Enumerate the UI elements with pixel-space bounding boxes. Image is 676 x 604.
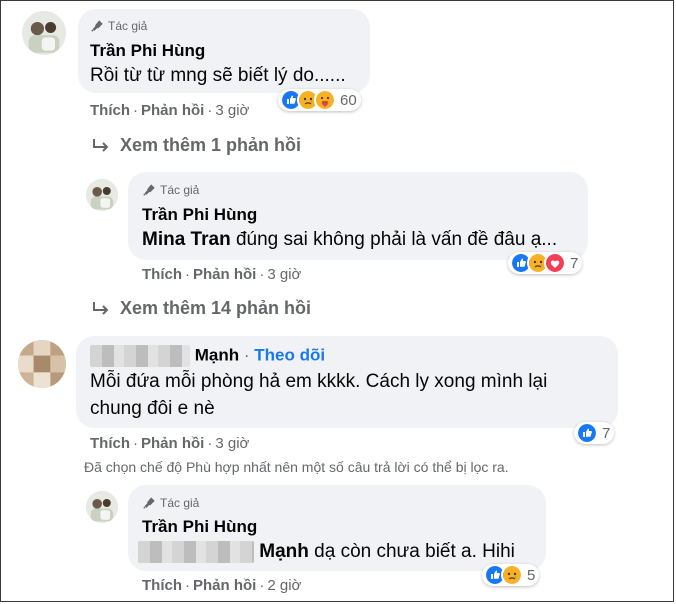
comment-actions: Thích · Phản hồi · 3 giờ (90, 102, 249, 119)
microphone-icon (143, 184, 155, 196)
comment-timestamp[interactable]: 2 giờ (267, 577, 301, 594)
comment-author[interactable]: Trần Phi Hùng (142, 205, 257, 225)
reaction-summary[interactable]: 5 (482, 564, 540, 586)
comment-author[interactable]: Trần Phi Hùng (142, 517, 257, 537)
view-more-label: Xem thêm 1 phản hồi (120, 135, 302, 155)
separator: · (243, 345, 250, 365)
reply-arrow-icon (93, 301, 109, 315)
care-icon (314, 89, 336, 111)
separator: · (185, 266, 190, 283)
reaction-count: 5 (527, 566, 536, 584)
author-badge-label: Tác giả (160, 183, 200, 197)
comment-actions: Thích · Phản hồi · 2 giờ (142, 577, 301, 594)
love-icon (544, 252, 566, 274)
separator: · (185, 577, 190, 594)
reaction-summary[interactable]: 7 (574, 422, 615, 444)
comment-actions: Thích · Phản hồi · 3 giờ (90, 435, 249, 452)
reply-arrow-icon (93, 138, 109, 152)
reaction-count: 60 (340, 91, 357, 109)
mention-link[interactable]: Mạnh (259, 541, 309, 562)
reply-button[interactable]: Phản hồi (141, 102, 204, 119)
like-button[interactable]: Thích (90, 435, 130, 452)
separator: · (133, 102, 138, 119)
comment-text: Mạnh dạ còn chưa biết a. Hihi (138, 541, 515, 563)
separator: · (207, 102, 213, 119)
avatar[interactable] (86, 179, 118, 211)
author-badge: Tác giả (142, 496, 199, 510)
comment-header: Mạnh · Theo dõi (90, 345, 325, 367)
view-more-replies[interactable]: Xem thêm 14 phản hồi (92, 298, 311, 319)
comment-text: chung đôi e nè (90, 398, 215, 419)
like-icon (576, 422, 598, 444)
separator: · (133, 435, 138, 452)
avatar[interactable] (18, 340, 66, 388)
comment-text: Rồi từ từ mng sẽ biết lý do...... (90, 65, 346, 86)
like-button[interactable]: Thích (142, 266, 182, 283)
reply-button[interactable]: Phản hồi (193, 577, 256, 594)
reaction-count: 7 (570, 254, 579, 272)
sad-icon (501, 564, 523, 586)
comment-actions: Thích · Phản hồi · 3 giờ (142, 266, 301, 283)
reply-button[interactable]: Phản hồi (193, 266, 256, 283)
reaction-summary[interactable]: 60 (278, 89, 361, 111)
comment-timestamp[interactable]: 3 giờ (215, 435, 249, 452)
mention-link[interactable]: Mina Tran (142, 229, 231, 250)
author-badge: Tác giả (142, 183, 199, 197)
blurred-name (90, 345, 190, 367)
like-button[interactable]: Thích (142, 577, 182, 594)
microphone-icon (91, 20, 103, 32)
comment-author[interactable]: Mạnh (195, 345, 239, 364)
author-badge-label: Tác giả (108, 19, 148, 33)
view-more-label: Xem thêm 14 phản hồi (120, 298, 312, 318)
comment-text-body: dạ còn chưa biết a. Hihi (308, 541, 515, 563)
separator: · (259, 577, 265, 594)
author-badge-label: Tác giả (160, 496, 200, 510)
reaction-count: 7 (602, 424, 611, 442)
reply-button[interactable]: Phản hồi (141, 435, 204, 452)
comment-author[interactable]: Trần Phi Hùng (90, 41, 205, 61)
like-button[interactable]: Thích (90, 102, 130, 119)
avatar[interactable] (22, 11, 66, 55)
reaction-summary[interactable]: 7 (508, 252, 583, 274)
comment-timestamp[interactable]: 3 giờ (267, 266, 301, 283)
view-more-replies[interactable]: Xem thêm 1 phản hồi (92, 135, 301, 156)
comment-timestamp[interactable]: 3 giờ (215, 102, 249, 119)
follow-button[interactable]: Theo dõi (254, 345, 325, 364)
separator: · (259, 266, 265, 283)
blurred-name (138, 541, 254, 563)
avatar[interactable] (86, 491, 118, 523)
comment-text-body: đúng sai không phải là vấn đề đâu ạ... (230, 229, 558, 250)
separator: · (207, 435, 213, 452)
author-badge: Tác giả (90, 19, 147, 33)
comment-text: Mỗi đứa mỗi phòng hả em kkkk. Cách ly xo… (90, 371, 548, 392)
microphone-icon (143, 497, 155, 509)
filter-notice: Đã chọn chế độ Phù hợp nhất nên một số c… (84, 459, 509, 475)
comment-text: Mina Tran đúng sai không phải là vấn đề … (142, 229, 557, 251)
